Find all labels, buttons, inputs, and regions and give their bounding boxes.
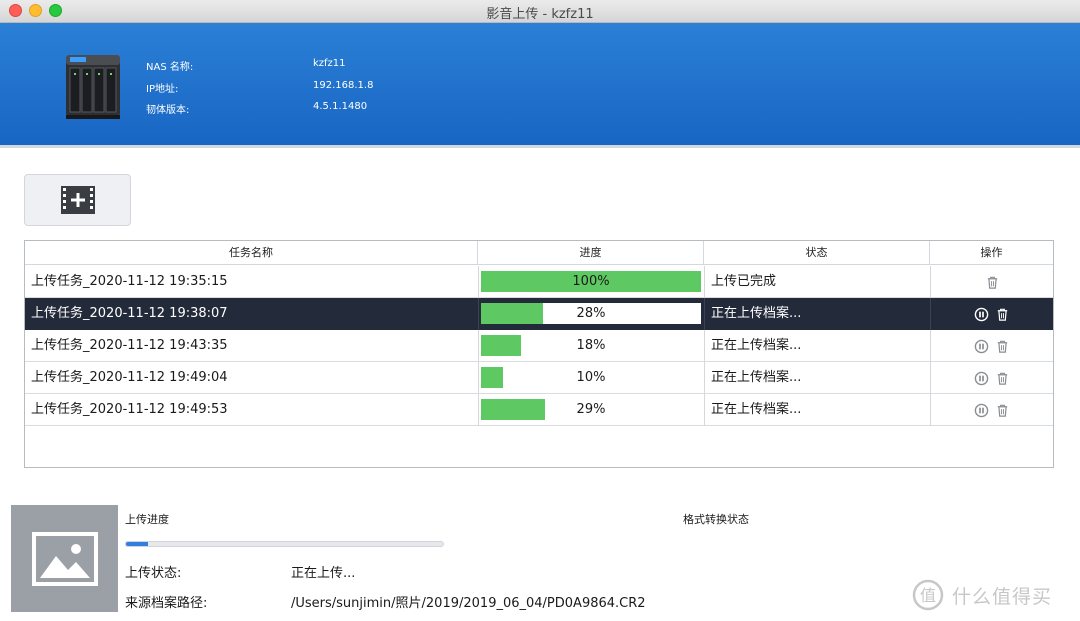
column-separator [704,330,705,362]
window-title: 影音上传 - kzfz11 [486,7,594,22]
column-separator [704,298,705,330]
task-status-cell: 正在上传档案... [711,402,802,417]
source-path-label: 来源档案路径: [125,596,208,611]
task-status-cell: 正在上传档案... [711,338,802,353]
ip-address-value: 192.168.1.8 [313,80,374,91]
actions-cell [931,330,1053,362]
actions-group [931,266,1053,298]
task-name-cell: 上传任务_2020-11-12 19:49:04 [31,370,228,385]
ip-address-label: IP地址: [146,84,179,95]
column-separator [704,394,705,426]
task-status-cell: 正在上传档案... [711,370,802,385]
actions-cell [931,298,1053,330]
column-header-actions[interactable]: 操作 [930,241,1053,265]
actions-group [931,394,1053,426]
trash-icon[interactable] [995,403,1010,418]
task-status-cell: 正在上传档案... [711,306,802,321]
trash-icon[interactable] [985,275,1000,290]
svg-text:值: 值 [920,586,936,605]
actions-cell [931,266,1053,298]
nas-info-header: NAS 名称: kzfz11 IP地址: 192.168.1.8 韧体版本: 4… [0,23,1080,145]
firmware-version-value: 4.5.1.1480 [313,101,368,112]
actions-group [931,298,1053,330]
pause-icon[interactable] [974,371,989,386]
actions-cell [931,394,1053,426]
progress-cell: 28% [479,298,703,330]
nas-name-value: kzfz11 [313,58,346,69]
nas-name-label: NAS 名称: [146,62,194,73]
actions-group [931,362,1053,394]
task-progress-bar: 28% [481,303,701,324]
add-upload-button[interactable] [24,174,131,226]
convert-status-label: 格式转换状态 [683,513,749,526]
actions-cell [931,362,1053,394]
upload-progress-bar [125,541,444,547]
upload-task-table: 任务名称 进度 状态 操作 上传任务_2020-11-12 19:35:15 10… [24,240,1054,468]
task-progress-bar: 100% [481,271,701,292]
add-video-icon [60,186,95,214]
task-progress-bar: 29% [481,399,701,420]
task-progress-text: 29% [576,402,606,417]
table-row[interactable]: 上传任务_2020-11-12 19:35:15 100% 上传已完成 [25,266,1053,298]
progress-cell: 10% [479,362,703,394]
task-progress-bar: 18% [481,335,701,356]
image-placeholder-icon [31,531,98,586]
task-progress-text: 28% [576,306,606,321]
watermark-text: 什么值得买 [952,585,1053,608]
trash-icon[interactable] [995,307,1010,322]
column-header-task-name[interactable]: 任务名称 [25,241,478,265]
firmware-version-label: 韧体版本: [146,105,190,116]
watermark: 值 什么值得买 [912,578,1072,612]
task-name-cell: 上传任务_2020-11-12 19:49:53 [31,402,228,417]
trash-icon[interactable] [995,371,1010,386]
progress-cell: 18% [479,330,703,362]
table-row[interactable]: 上传任务_2020-11-12 19:49:53 29% 正在上传档案... [25,394,1053,426]
column-header-status[interactable]: 状态 [704,241,930,265]
task-name-cell: 上传任务_2020-11-12 19:38:07 [31,306,228,321]
trash-icon[interactable] [995,339,1010,354]
column-separator [704,266,705,298]
task-name-cell: 上传任务_2020-11-12 19:43:35 [31,338,228,353]
pause-icon[interactable] [974,307,989,322]
upload-progress-label: 上传进度 [125,513,169,526]
table-row[interactable]: 上传任务_2020-11-12 19:49:04 10% 正在上传档案... [25,362,1053,394]
progress-cell: 29% [479,394,703,426]
task-progress-text: 100% [572,274,610,289]
task-name-cell: 上传任务_2020-11-12 19:35:15 [31,274,228,289]
watermark-logo-icon: 值 [912,579,944,611]
pause-icon[interactable] [974,403,989,418]
upload-progress-fill [126,542,149,546]
title-bar: 影音上传 - kzfz11 [0,0,1080,23]
task-progress-bar: 10% [481,367,701,388]
column-header-progress[interactable]: 进度 [478,241,704,265]
upload-status-value: 正在上传... [291,566,356,581]
table-row[interactable]: 上传任务_2020-11-12 19:38:07 28% 正在上传档案... [25,298,1053,330]
table-row[interactable]: 上传任务_2020-11-12 19:43:35 18% 正在上传档案... [25,330,1053,362]
column-separator [704,362,705,394]
progress-cell: 100% [479,266,703,298]
task-status-cell: 上传已完成 [711,274,777,289]
upload-window: 影音上传 - kzfz11 NAS 名称: kzfz11 IP地址: 192.1… [0,0,1080,621]
upload-status-label: 上传状态: [125,566,182,581]
header-divider [0,145,1080,148]
file-thumbnail [11,505,118,612]
actions-group [931,330,1053,362]
nas-device-icon [66,55,120,119]
source-path-value: /Users/sunjimin/照片/2019/2019_06_04/PD0A9… [291,596,646,611]
table-header: 任务名称 进度 状态 操作 [25,241,1053,265]
task-progress-text: 18% [576,338,606,353]
task-progress-text: 10% [576,370,606,385]
pause-icon[interactable] [974,339,989,354]
